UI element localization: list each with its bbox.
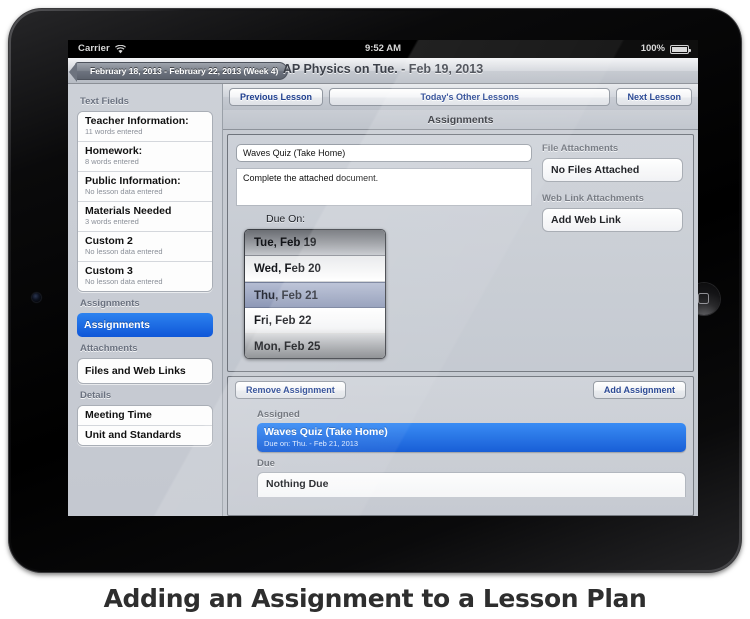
date-picker-option-selected[interactable]: Thu, Feb 21 [245,282,385,308]
assigned-list-item[interactable]: Waves Quiz (Take Home) Due on: Thu. - Fe… [257,423,686,452]
sidebar-item-sublabel: 8 words entered [85,157,139,166]
assignment-item-due: Due on: Thu. - Feb 21, 2013 [264,439,359,448]
previous-lesson-button[interactable]: Previous Lesson [229,88,324,106]
detail-pane: Previous Lesson Today's Other Lessons Ne… [223,84,698,516]
sidebar-item-label: Homework: [85,145,143,157]
sidebar-item-assignments[interactable]: Assignments [77,313,213,337]
assigned-section-label: Assigned [257,409,300,420]
sidebar-item-sublabel: No lesson data entered [85,247,163,256]
page-title: AP Physics on Tue. - Feb 19, 2013 [282,62,484,76]
sidebar-item-homework[interactable]: Homework: 8 words entered [78,142,212,172]
status-bar: Carrier 9:52 AM 100% [68,40,698,58]
sidebar-item-files-and-web-links[interactable]: Files and Web Links [78,359,212,383]
sidebar-item-teacher-information[interactable]: Teacher Information: 11 words entered [78,112,212,142]
sidebar-item-label: Materials Needed [85,205,172,217]
sidebar-group-text-fields: Teacher Information: 11 words entered Ho… [77,111,213,292]
sidebar-group-details: Meeting Time Unit and Standards [77,405,213,446]
section-subtitle: Assignments [223,110,698,130]
sidebar-item-sublabel: No lesson data entered [85,277,163,286]
assignment-title-input[interactable] [236,144,532,162]
sidebar-section-header-attachments: Attachments [80,343,138,354]
sidebar-item-sublabel: 11 words entered [85,127,143,136]
figure-caption: Adding an Assignment to a Lesson Plan [103,584,647,613]
sidebar-item-label: Meeting Time [85,409,152,421]
assignment-editor-left-column: Complete the attached document. Due On: … [228,135,538,371]
home-button-square-icon [698,293,709,304]
due-list-item[interactable]: Nothing Due [257,472,686,497]
due-section-label: Due [257,458,275,469]
due-on-label: Due On: [266,213,306,225]
assignment-list-body: Assigned Waves Quiz (Take Home) Due on: … [228,409,693,497]
next-lesson-button[interactable]: Next Lesson [616,88,692,106]
assignment-editor-panel: Complete the attached document. Due On: … [227,134,694,372]
sidebar-item-label: Public Information: [85,175,181,187]
due-date-picker[interactable]: Tue, Feb 19 Wed, Feb 20 Thu, Feb 21 Fri,… [244,229,386,359]
sidebar-item-label: Custom 2 [85,235,133,247]
split-view: Text Fields Teacher Information: 11 word… [68,84,698,516]
date-picker-option[interactable]: Mon, Feb 25 [245,334,385,358]
front-camera-icon [32,293,41,302]
sidebar-item-unit-and-standards[interactable]: Unit and Standards [78,426,212,445]
sidebar-item-custom-2[interactable]: Custom 2 No lesson data entered [78,232,212,262]
attachments-column: File Attachments No Files Attached Web L… [538,135,693,371]
sidebar-item-label: Teacher Information: [85,115,189,127]
ipad-screen: Carrier 9:52 AM 100% February 18, 2013 -… [68,40,698,516]
sidebar-item-meeting-time[interactable]: Meeting Time [78,406,212,426]
sidebar-group-attachments: Files and Web Links [77,358,213,384]
navigation-bar: February 18, 2013 - February 22, 2013 (W… [68,58,698,84]
assignment-item-title: Waves Quiz (Take Home) [264,426,388,438]
date-picker-option[interactable]: Fri, Feb 22 [245,308,385,334]
date-picker-option[interactable]: Tue, Feb 19 [245,230,385,256]
sidebar-section-header-details: Details [80,390,112,401]
sidebar-section-header-text-fields: Text Fields [80,96,129,107]
sidebar-item-custom-3[interactable]: Custom 3 No lesson data entered [78,262,212,291]
sidebar: Text Fields Teacher Information: 11 word… [68,84,223,516]
assignment-description-textarea[interactable]: Complete the attached document. [236,168,532,206]
sidebar-section-header-assignments: Assignments [80,298,140,309]
add-assignment-button[interactable]: Add Assignment [592,381,686,399]
assignment-list-toolbar: Remove Assignment Add Assignment [228,377,693,403]
add-web-link-button[interactable]: Add Web Link [542,208,683,232]
lesson-navigation-toolbar: Previous Lesson Today's Other Lessons Ne… [223,84,698,110]
ipad-device-frame: Carrier 9:52 AM 100% February 18, 2013 -… [8,8,742,573]
file-attachments-button[interactable]: No Files Attached [542,158,683,182]
remove-assignment-button[interactable]: Remove Assignment [235,381,346,399]
battery-icon [670,45,691,54]
date-picker-option[interactable]: Wed, Feb 20 [245,256,385,282]
sidebar-item-label: Unit and Standards [85,429,182,441]
sidebar-item-sublabel: No lesson data entered [85,187,163,196]
sidebar-item-sublabel: 3 words entered [85,217,139,226]
clock-label: 9:52 AM [364,43,402,54]
web-link-attachments-label: Web Link Attachments [542,193,644,204]
sidebar-item-materials-needed[interactable]: Materials Needed 3 words entered [78,202,212,232]
sidebar-item-public-information[interactable]: Public Information: No lesson data enter… [78,172,212,202]
sidebar-item-label: Custom 3 [85,265,133,277]
file-attachments-label: File Attachments [542,143,619,154]
battery-percent-label: 100% [640,43,665,54]
todays-other-lessons-button[interactable]: Today's Other Lessons [329,88,611,106]
assignment-list-panel: Remove Assignment Add Assignment Assigne… [227,376,694,516]
